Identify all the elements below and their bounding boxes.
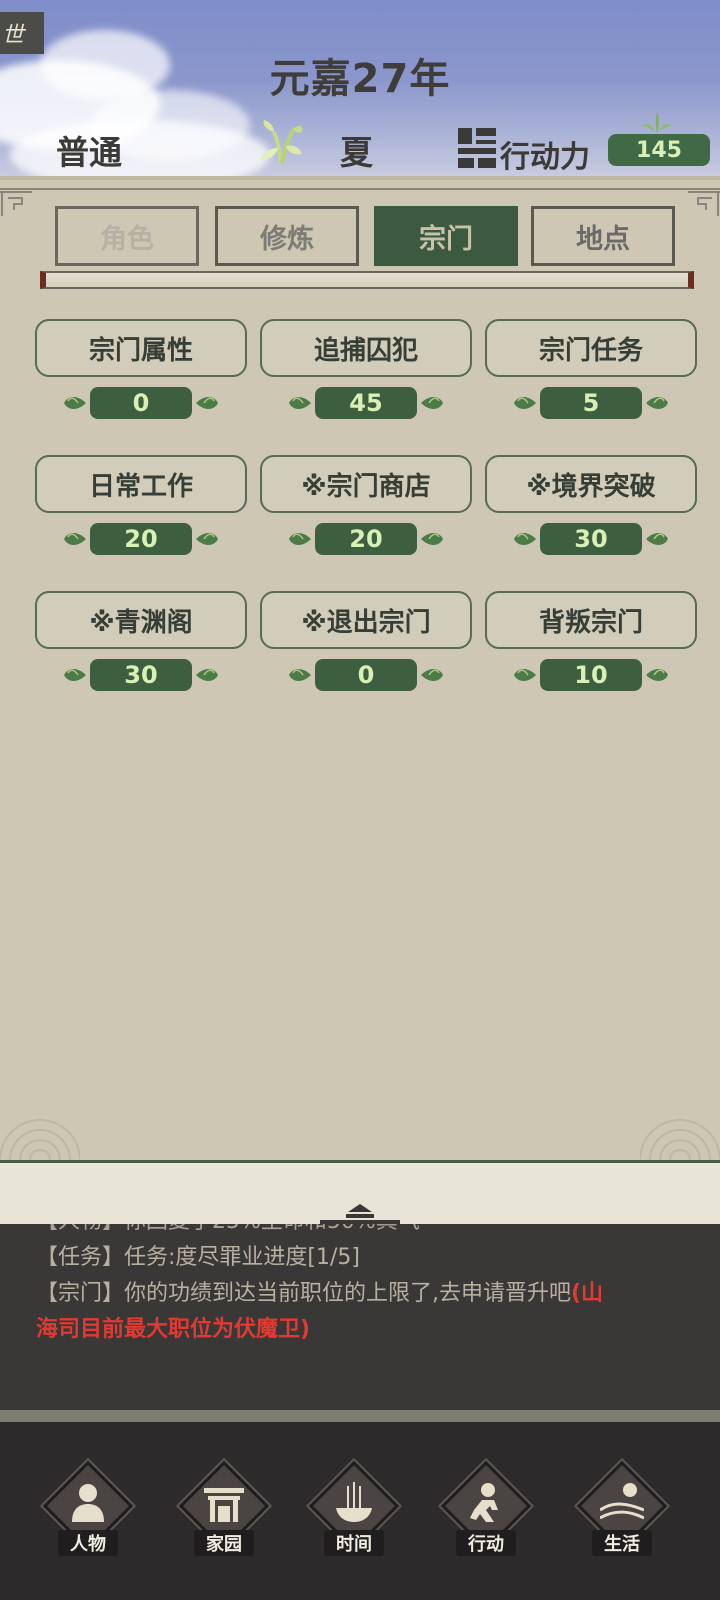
leaf-ornament-icon [421,533,443,545]
year-title: 元嘉27年 [269,56,451,102]
cost-badge: 20 [90,523,192,555]
sect-mission-button[interactable]: 宗门任务 [485,319,697,377]
wave-ornament-icon [640,1119,720,1160]
realm-breakthrough-button[interactable]: ※境界突破 [485,455,697,513]
incense-icon [336,1482,372,1522]
nav-action[interactable]: 行动 [436,1460,536,1562]
leaf-ornament-icon [421,669,443,681]
leaf-ornament-icon [64,533,86,545]
leaf-ornament-icon [64,397,86,409]
log-expand-handle-icon[interactable] [310,1200,410,1224]
log-line: 【宗门】你的功绩到达当前职位的上限了,去申请晋升吧(山 [36,1281,604,1306]
cost-badge: 30 [90,659,192,691]
cost-badge: 0 [315,659,417,691]
qingyuan-pavilion-button[interactable]: ※青渊阁 [35,591,247,649]
log-line: 【任务】任务:度尽罪业进度[1/5] [36,1245,360,1270]
catch-prisoner-button[interactable]: 追捕囚犯 [260,319,472,377]
log-line: 海司目前最大职位为伏魔卫) [36,1317,311,1342]
leaf-ornament-icon [514,669,536,681]
tab-sect[interactable]: 宗门 [374,206,518,266]
leave-sect-button[interactable]: ※退出宗门 [260,591,472,649]
log-bottom-bar [0,1410,720,1422]
action-figure-icon [470,1483,498,1522]
difficulty-label: 普通 [56,133,122,172]
action-points-icon [458,128,496,168]
leaf-ornament-icon [646,397,668,409]
cost-badge: 10 [540,659,642,691]
leaf-ornament-icon [289,533,311,545]
tab-location[interactable]: 地点 [531,206,675,266]
nav-time[interactable]: 时间 [304,1460,404,1562]
leaf-ornament-icon [196,669,218,681]
tab-bar: 角色 修炼 宗门 地点 [0,206,720,268]
person-icon [72,1484,104,1522]
cost-badge: 30 [540,523,642,555]
leaf-ornament-icon [646,533,668,545]
cost-badge: 0 [90,387,192,419]
nav-character[interactable]: 人物 [38,1460,138,1562]
wave-ornament-icon [0,1119,80,1160]
cost-badge: 45 [315,387,417,419]
cost-badge: 5 [540,387,642,419]
sect-attributes-button[interactable]: 宗门属性 [35,319,247,377]
leaf-ornament-icon [514,533,536,545]
leaf-ornament-icon [514,397,536,409]
leaf-ornament-icon [642,112,672,134]
scroll-divider [40,271,694,289]
nav-home[interactable]: 家园 [174,1460,274,1562]
leaf-ornament-icon [646,669,668,681]
gate-icon [204,1488,244,1522]
leaf-ornament-icon [289,397,311,409]
tab-cultivation[interactable]: 修炼 [215,206,359,266]
log-line: 【人物】你回复了25%生命和50%真气 [36,1224,684,1240]
daily-work-button[interactable]: 日常工作 [35,455,247,513]
action-points-label: 行动力 [500,140,590,175]
leaf-ornament-icon [196,533,218,545]
action-points-value: 145 [608,134,710,166]
season-label: 夏 [340,133,373,172]
leaf-ornament-icon [64,669,86,681]
sect-shop-button[interactable]: ※宗门商店 [260,455,472,513]
nav-life[interactable]: 生活 [572,1460,672,1562]
message-log[interactable]: 【人物】你回复了25%生命和50%真气 【任务】任务:度尽罪业进度[1/5] 【… [0,1224,720,1412]
summer-plant-icon [260,120,303,165]
leaf-ornament-icon [196,397,218,409]
leaf-ornament-icon [421,397,443,409]
cost-badge: 20 [315,523,417,555]
leaf-ornament-icon [289,669,311,681]
betray-sect-button[interactable]: 背叛宗门 [485,591,697,649]
tab-character[interactable]: 角色 [55,206,199,266]
landscape-icon [600,1483,644,1520]
